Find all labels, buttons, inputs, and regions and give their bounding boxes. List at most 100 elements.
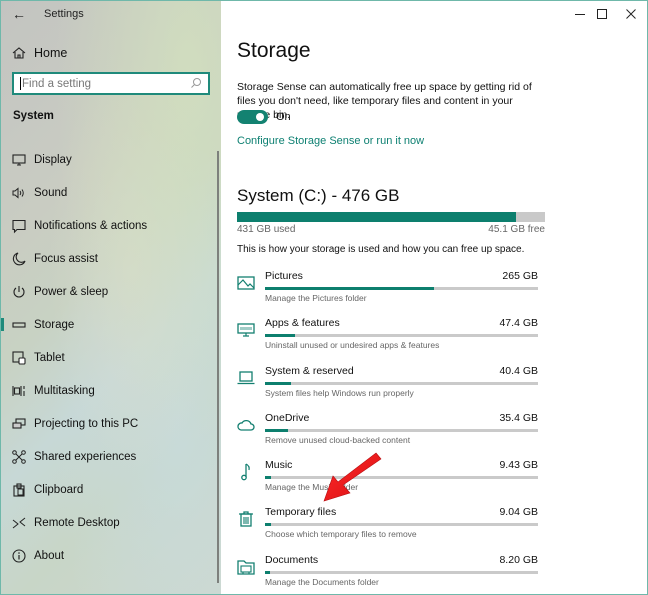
sidebar-item-label: Tablet <box>34 351 65 364</box>
search-icon[interactable] <box>190 77 202 89</box>
category-name: Documents <box>265 553 319 566</box>
category-subtitle: Manage the Music folder <box>265 482 359 493</box>
category-bar-fill <box>265 523 271 527</box>
category-pictures[interactable]: Pictures 265 GB Manage the Pictures fold… <box>221 263 647 310</box>
category-bar-fill <box>265 428 288 432</box>
display-icon <box>12 153 26 166</box>
sound-icon <box>12 186 24 199</box>
category-subtitle: System files help Windows run properly <box>265 387 414 398</box>
documents-icon <box>237 560 255 575</box>
sidebar-item-multitasking[interactable]: Multitasking <box>1 374 219 407</box>
category-subtitle: Uninstall unused or undesired apps & fea… <box>265 340 440 351</box>
storage-page: Storage Storage Sense can automatically … <box>221 1 647 594</box>
category-apps-features[interactable]: Apps & features 47.4 GB Uninstall unused… <box>221 310 647 357</box>
sidebar-item-label: Power & sleep <box>34 285 109 298</box>
moon-icon <box>12 251 26 265</box>
sidebar-item-label: Shared experiences <box>34 450 137 463</box>
trash-icon <box>239 511 253 528</box>
cloud-icon <box>237 419 255 431</box>
category-name: Apps & features <box>265 317 340 330</box>
storage-icon <box>12 321 26 328</box>
category-system-reserved[interactable]: System & reserved 40.4 GB System files h… <box>221 358 647 405</box>
sidebar-item-clipboard[interactable]: Clipboard <box>1 473 219 506</box>
used-space-label: 431 GB used <box>237 224 296 235</box>
sidebar-nav: Display Sound Notifications & actions Fo… <box>1 143 219 572</box>
category-bar <box>265 428 538 432</box>
sidebar-item-tablet[interactable]: Tablet <box>1 341 219 374</box>
category-subtitle: Manage the Pictures folder <box>265 293 367 303</box>
sidebar-item-label: Multitasking <box>34 384 95 397</box>
settings-window: ← Settings Home System Display Sound Not… <box>0 0 648 595</box>
category-size: 35.4 GB <box>499 411 538 424</box>
configure-storage-sense-link[interactable]: Configure Storage Sense or run it now <box>237 135 424 147</box>
tablet-icon <box>12 350 26 365</box>
storage-sense-toggle[interactable] <box>237 110 268 124</box>
sidebar-item-sound[interactable]: Sound <box>1 176 219 209</box>
category-bar <box>265 287 538 290</box>
pictures-icon <box>237 276 255 290</box>
category-name: Pictures <box>265 270 303 282</box>
home-link[interactable]: Home <box>11 43 67 63</box>
category-size: 265 GB <box>502 270 538 282</box>
storage-categories: Pictures 265 GB Manage the Pictures fold… <box>221 263 647 594</box>
category-bar <box>265 476 538 480</box>
close-button[interactable] <box>608 1 647 27</box>
sidebar-item-label: Storage <box>34 318 75 331</box>
sidebar-item-focus-assist[interactable]: Focus assist <box>1 242 219 275</box>
text-cursor <box>20 77 21 90</box>
projecting-icon <box>12 417 26 429</box>
sidebar-item-label: About <box>34 549 65 562</box>
category-subtitle: Manage the Documents folder <box>265 576 379 587</box>
back-arrow-icon[interactable]: ← <box>11 6 27 22</box>
sidebar-item-label: Notifications & actions <box>34 219 148 232</box>
category-documents[interactable]: Documents 8.20 GB Manage the Documents f… <box>221 547 647 594</box>
sidebar-scrollbar[interactable] <box>217 151 219 583</box>
apps-icon <box>237 323 255 337</box>
sidebar-item-label: Projecting to this PC <box>34 417 139 430</box>
search-input[interactable] <box>22 77 182 90</box>
category-bar-fill <box>265 570 271 574</box>
category-size: 40.4 GB <box>499 364 538 377</box>
sidebar-item-remote-desktop[interactable]: Remote Desktop <box>1 506 219 539</box>
close-icon <box>626 9 636 19</box>
sidebar-item-display[interactable]: Display <box>1 143 219 176</box>
notifications-icon <box>12 219 26 233</box>
category-size: 47.4 GB <box>499 317 538 330</box>
category-name: System & reserved <box>265 364 354 377</box>
category-bar <box>265 523 538 527</box>
category-music[interactable]: Music 9.43 GB Manage the Music folder <box>221 452 647 499</box>
category-bar-fill <box>265 381 291 385</box>
maximize-icon <box>597 9 607 19</box>
app-title: Settings <box>44 8 84 20</box>
drive-usage-fill <box>237 212 516 222</box>
search-box[interactable] <box>12 72 210 95</box>
category-temporary-files[interactable]: Temporary files 9.04 GB Choose which tem… <box>221 499 647 546</box>
home-icon <box>12 47 26 59</box>
page-title: Storage <box>237 39 311 62</box>
sidebar-item-shared-experiences[interactable]: Shared experiences <box>1 440 219 473</box>
sidebar-item-projecting[interactable]: Projecting to this PC <box>1 407 219 440</box>
category-onedrive[interactable]: OneDrive 35.4 GB Remove unused cloud-bac… <box>221 405 647 452</box>
drive-usage-bar <box>237 212 545 222</box>
sidebar-item-storage[interactable]: Storage <box>1 308 219 341</box>
category-bar-fill <box>265 476 271 480</box>
sidebar-item-label: Clipboard <box>34 483 84 496</box>
category-bar-fill <box>265 287 435 290</box>
category-size: 9.04 GB <box>499 506 538 519</box>
power-icon <box>13 285 25 298</box>
toggle-state-label: On <box>276 111 291 123</box>
sidebar-item-label: Sound <box>34 186 68 199</box>
category-size: 9.43 GB <box>499 459 538 472</box>
info-icon <box>12 548 26 563</box>
storage-help-text: This is how your storage is used and how… <box>237 244 525 255</box>
category-name: Music <box>265 459 293 472</box>
sidebar-item-label: Remote Desktop <box>34 516 120 529</box>
category-subtitle: Choose which temporary files to remove <box>265 529 417 540</box>
section-label-system: System <box>13 110 54 122</box>
sidebar-item-power-sleep[interactable]: Power & sleep <box>1 275 219 308</box>
sidebar-item-label: Display <box>34 153 72 166</box>
drive-title: System (C:) - 476 GB <box>237 186 400 205</box>
sidebar-item-about[interactable]: About <box>1 539 219 572</box>
category-bar-fill <box>265 334 296 338</box>
sidebar-item-notifications[interactable]: Notifications & actions <box>1 209 219 242</box>
